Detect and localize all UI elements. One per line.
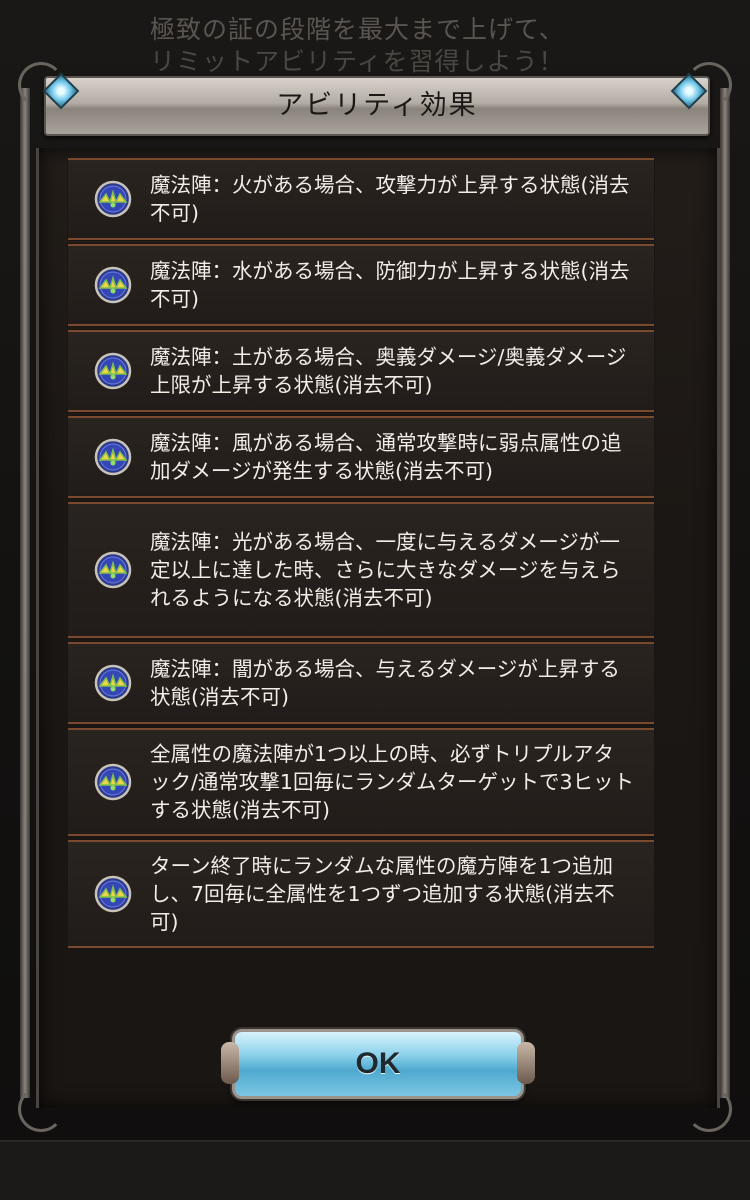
corner-ornament-icon — [18, 62, 64, 108]
effect-text: 魔法陣：水がある場合、防御力が上昇する状態(消去不可) — [150, 259, 630, 311]
ok-button-label: OK — [355, 1047, 401, 1080]
dialog-title: アビリティ効果 — [276, 90, 478, 121]
dialog-frame-left — [20, 88, 30, 1098]
corner-ornament-icon — [18, 1086, 64, 1132]
effect-text: 魔法陣：風がある場合、通常攻撃時に弱点属性の追加ダメージが発生する状態(消去不可… — [150, 431, 622, 483]
magic-circle-icon — [94, 875, 132, 913]
magic-circle-icon — [94, 438, 132, 476]
effect-row: 魔法陣：火がある場合、攻撃力が上昇する状態(消去不可) — [68, 158, 654, 240]
background-text-line1: 極致の証の段階を最大まで上げて、 — [150, 15, 565, 44]
effect-row: 魔法陣：土がある場合、奥義ダメージ/奥義ダメージ上限が上昇する状態(消去不可) — [68, 330, 654, 412]
effect-row: 全属性の魔法陣が1つ以上の時、必ずトリプルアタック/通常攻撃1回毎にランダムター… — [68, 728, 654, 836]
magic-circle-icon — [94, 551, 132, 589]
effect-row: ターン終了時にランダムな属性の魔方陣を1つ追加し、7回毎に全属性を1つずつ追加す… — [68, 840, 654, 948]
effect-text: 全属性の魔法陣が1つ以上の時、必ずトリプルアタック/通常攻撃1回毎にランダムター… — [150, 742, 634, 822]
background-bottom-bar — [0, 1140, 750, 1200]
effects-list: 魔法陣：火がある場合、攻撃力が上昇する状態(消去不可) 魔法陣：水がある場合、防御… — [68, 158, 654, 952]
effect-text: 魔法陣：火がある場合、攻撃力が上昇する状態(消去不可) — [150, 173, 630, 225]
effect-row: 魔法陣：闇がある場合、与えるダメージが上昇する状態(消去不可) — [68, 642, 654, 724]
dialog-header: アビリティ効果 — [44, 76, 710, 136]
effect-text: ターン終了時にランダムな属性の魔方陣を1つ追加し、7回毎に全属性を1つずつ追加す… — [150, 854, 615, 934]
effect-text: 魔法陣：土がある場合、奥義ダメージ/奥義ダメージ上限が上昇する状態(消去不可) — [150, 345, 627, 397]
magic-circle-icon — [94, 763, 132, 801]
magic-circle-icon — [94, 664, 132, 702]
corner-ornament-icon — [686, 62, 732, 108]
effect-text: 魔法陣：闇がある場合、与えるダメージが上昇する状態(消去不可) — [150, 657, 620, 709]
magic-circle-icon — [94, 352, 132, 390]
corner-ornament-icon — [686, 1086, 732, 1132]
magic-circle-icon — [94, 266, 132, 304]
effect-row: 魔法陣：光がある場合、一度に与えるダメージが一定以上に達した時、さらに大きなダメ… — [68, 502, 654, 638]
effect-row: 魔法陣：水がある場合、防御力が上昇する状態(消去不可) — [68, 244, 654, 326]
ok-button[interactable]: OK — [221, 1029, 535, 1099]
effect-row: 魔法陣：風がある場合、通常攻撃時に弱点属性の追加ダメージが発生する状態(消去不可… — [68, 416, 654, 498]
magic-circle-icon — [94, 180, 132, 218]
effect-text: 魔法陣：光がある場合、一度に与えるダメージが一定以上に達した時、さらに大きなダメ… — [150, 530, 621, 610]
dialog-frame-right — [720, 88, 730, 1098]
